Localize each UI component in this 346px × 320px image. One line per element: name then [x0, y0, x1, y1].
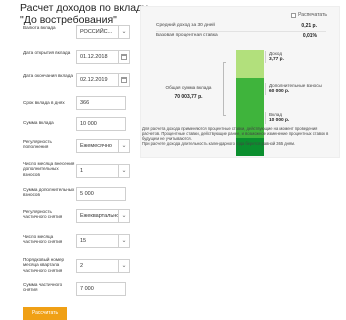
chevron-down-icon: ⌄ [121, 238, 127, 244]
topup-amount-label: Сумма дополнительных взносов [23, 187, 75, 198]
total-bracket [223, 62, 226, 116]
amount-input[interactable]: 10 000 [76, 117, 126, 131]
open-date-label: Дата открытия вклада [23, 50, 71, 55]
topup-day-row: Число месяца внесения дополнительных взн… [23, 161, 133, 180]
withdraw-frequency-select[interactable]: Ежеквартально [76, 209, 119, 223]
end-date-input[interactable]: 02.12.2019 [76, 73, 119, 87]
topup-frequency-label: Регулярность пополнения [23, 139, 52, 150]
currency-select[interactable]: РОССИЙС... [76, 25, 119, 39]
print-toggle[interactable]: Распечатать [291, 12, 327, 18]
print-label: Распечатать [298, 12, 327, 18]
term-row: Срок вклада в днях 366 [23, 96, 133, 112]
legend-income: Доход 3,77 р. [265, 51, 284, 63]
legend-topups-value: 60 000 р. [269, 89, 290, 95]
legend-income-label: Доход [269, 51, 283, 56]
withdraw-amount-label: Сумма частичного снятия [23, 282, 63, 293]
calendar-icon [121, 77, 127, 83]
topup-frequency-row: Регулярность пополнения Ежемесячно ⌄ [23, 139, 133, 155]
topup-amount-input[interactable]: 5 000 [76, 187, 126, 201]
checkbox-icon [291, 12, 297, 18]
avg-income-label: Средний доход за 30 дней [156, 23, 215, 28]
legend-income-value: 3,77 р. [269, 57, 284, 63]
legend-initial-label: Вклад [269, 112, 283, 117]
withdraw-day-select[interactable]: 15 [76, 234, 119, 248]
open-date-input[interactable]: 01.12.2018 [76, 50, 119, 64]
topup-day-select[interactable]: 1 [76, 164, 119, 178]
amount-label: Сумма вклада [23, 120, 54, 125]
withdraw-month-dropdown-button[interactable]: ⌄ [119, 259, 130, 273]
page-title: Расчет доходов по вкладу "До востребован… [20, 2, 148, 26]
legend-topups-label: Дополнительные взносы [269, 83, 322, 88]
topup-frequency-dropdown-button[interactable]: ⌄ [119, 139, 130, 153]
withdraw-frequency-label: Регулярность частичного снятия [23, 209, 63, 220]
chevron-down-icon: ⌄ [121, 213, 127, 219]
disclaimer-note-year: При расчете дохода длительность календар… [142, 140, 296, 146]
withdraw-amount-row: Сумма частичного снятия 7 000 [23, 282, 133, 298]
base-rate-value: 0,01% [302, 33, 317, 39]
divider [156, 31, 326, 32]
end-date-label: Дата окончания вклада [23, 73, 73, 78]
base-rate-label: Базовая процентная ставка [156, 33, 218, 38]
withdraw-month-select[interactable]: 2 [76, 259, 119, 273]
income-segment [236, 50, 264, 78]
legend-initial: Вклад 10 000 р. [265, 112, 289, 124]
open-date-calendar-button[interactable] [119, 50, 130, 64]
currency-label: Валюта вклада [23, 25, 56, 30]
amount-row: Сумма вклада 10 000 [23, 117, 133, 133]
chevron-down-icon: ⌄ [121, 263, 127, 269]
topup-day-dropdown-button[interactable]: ⌄ [119, 164, 130, 178]
withdraw-month-row: Порядковый номер месяца квартала частичн… [23, 257, 133, 275]
topup-day-label: Число месяца внесения дополнительных взн… [23, 161, 75, 177]
withdraw-amount-input[interactable]: 7 000 [76, 282, 126, 296]
currency-dropdown-button[interactable]: ⌄ [119, 25, 130, 39]
withdraw-month-label: Порядковый номер месяца квартала частичн… [23, 257, 65, 273]
avg-income-value: 0,21 р. [301, 23, 317, 29]
withdraw-frequency-dropdown-button[interactable]: ⌄ [119, 209, 130, 223]
chevron-down-icon: ⌄ [121, 168, 127, 174]
disclaimer-notes: Для расчета дохода применяются процентны… [142, 126, 334, 147]
term-days-input[interactable]: 366 [76, 96, 126, 110]
withdraw-day-dropdown-button[interactable]: ⌄ [119, 234, 130, 248]
total-label: Общая сумма вклада [165, 85, 212, 90]
withdraw-day-row: Число месяца частичного снятия 15 ⌄ [23, 234, 133, 250]
currency-row: Валюта вклада РОССИЙС... ⌄ [23, 25, 133, 41]
legend-topups: Дополнительные взносы 60 000 р. [265, 83, 322, 95]
withdraw-frequency-row: Регулярность частичного снятия Ежекварта… [23, 209, 133, 225]
disclaimer-note-rates: Для расчета дохода применяются процентны… [142, 126, 329, 141]
end-date-row: Дата окончания вклада 02.12.2019 [23, 73, 133, 89]
topup-frequency-select[interactable]: Ежемесячно [76, 139, 119, 153]
chevron-down-icon: ⌄ [121, 29, 127, 35]
open-date-row: Дата открытия вклада 01.12.2018 [23, 50, 133, 66]
calendar-icon [121, 54, 127, 60]
legend-initial-value: 10 000 р. [269, 118, 290, 124]
withdraw-day-label: Число месяца частичного снятия [23, 234, 63, 245]
end-date-calendar-button[interactable] [119, 73, 130, 87]
topup-amount-row: Сумма дополнительных взносов 5 000 [23, 187, 133, 203]
total-value: 70 003,77 р. [174, 94, 203, 100]
calculate-button[interactable]: Рассчитать [23, 307, 67, 320]
chevron-down-icon: ⌄ [121, 143, 127, 149]
term-label: Срок вклада в днях [23, 100, 65, 105]
